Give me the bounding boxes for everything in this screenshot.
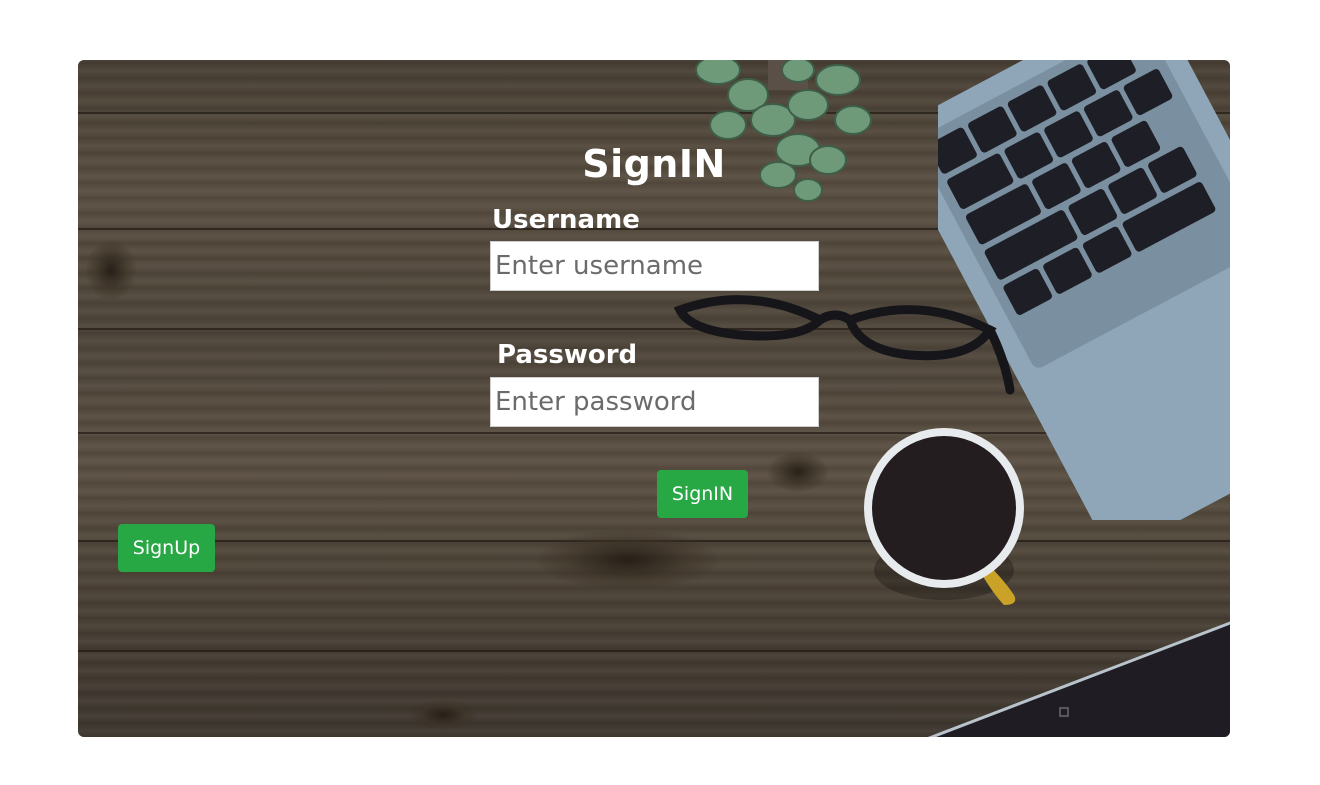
username-input[interactable]: [490, 241, 819, 291]
wood-knot: [86, 240, 136, 300]
page-title: SignIN: [582, 142, 726, 186]
signup-button[interactable]: SignUp: [118, 524, 215, 572]
password-input[interactable]: [490, 377, 819, 427]
signin-button[interactable]: SignIN: [657, 470, 748, 518]
wood-knot: [768, 452, 828, 492]
signin-card: SignIN Username Password SignIN SignUp: [78, 60, 1230, 737]
wood-knot: [408, 700, 478, 730]
tablet-image: [927, 621, 1230, 737]
succulent-plant-image: [695, 60, 872, 202]
password-label: Password: [497, 340, 638, 370]
username-label: Username: [492, 205, 640, 235]
wood-knot: [538, 530, 718, 590]
